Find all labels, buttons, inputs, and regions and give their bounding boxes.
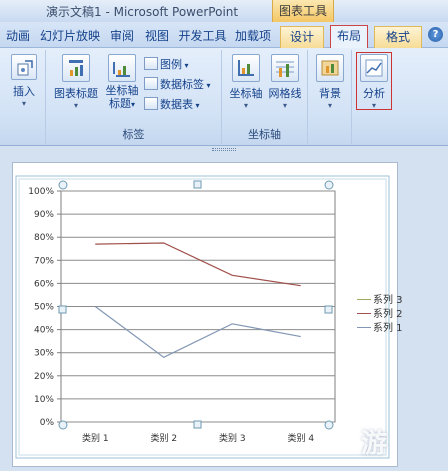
x-tick-label-0: 类别 1 [82, 432, 109, 444]
resize-handle-5 [58, 420, 68, 430]
chevron-down-icon: ▾ [73, 101, 78, 110]
axis-titles-label-line2: 标题 [108, 97, 131, 110]
y-tick-label-5: 50% [34, 303, 54, 313]
y-tick-label-1: 10% [34, 395, 54, 405]
axes-group-label: 坐标轴 [248, 128, 281, 141]
analysis-highlight-box [356, 52, 392, 110]
chevron-down-icon: ▾ [21, 99, 26, 108]
window-title: 演示文稿1 - Microsoft PowerPoint [46, 5, 239, 19]
y-tick-label-3: 30% [34, 349, 54, 359]
slide-canvas[interactable]: 0% 10% 20% 30% 40% 50% 60% 70% 80% 90% 100% 类别 1 类别 … [12, 162, 403, 468]
tab-5[interactable]: 加载项 [232, 26, 274, 48]
chevron-down-icon: ▾ [243, 101, 248, 110]
background-label: 背景 [319, 87, 341, 100]
legend-icon [144, 57, 158, 70]
chevron-down-icon: ▾ [130, 100, 135, 109]
data-table-button[interactable]: 数据表 ▾ [144, 96, 200, 113]
help-icon[interactable]: ? [428, 27, 443, 42]
ribbon-tab-row: 动画 幻灯片放映 审阅 视图 开发工具 加载项 设计 布局 格式 [0, 22, 448, 49]
title-bar: 演示文稿1 - Microsoft PowerPoint 图表工具 [0, 0, 448, 22]
tab-1[interactable]: 幻灯片放映 [37, 26, 103, 48]
labels-group: 图表标题 ▾ 坐标轴 标题▾ 图例 ▾ 数据标签 ▾ 数据表 ▾ 标签 [46, 50, 222, 144]
resize-handle-1 [193, 180, 202, 189]
chevron-down-icon: ▾ [204, 81, 211, 90]
axes-group: 坐标轴 ▾ 网格线 ▾ 坐标轴 [222, 50, 308, 144]
data-labels-label: 数据标签 [160, 78, 204, 91]
chevron-down-icon: ▾ [193, 101, 200, 110]
gridlines-button[interactable]: 网格线 ▾ [266, 54, 304, 110]
background-group: 背景 ▾ [308, 50, 352, 144]
y-tick-label-0: 0% [40, 418, 55, 428]
insert-label: 插入 [13, 85, 35, 98]
chart-title-icon [62, 54, 90, 82]
legend-swatch [357, 313, 371, 314]
legend-item-2[interactable]: 系列 1 [357, 319, 403, 334]
labels-group-label: 标签 [122, 128, 145, 141]
y-tick-label-4: 40% [34, 326, 54, 336]
chart-tools-context-header: 图表工具 [272, 0, 334, 22]
background-icon [316, 54, 344, 82]
chart-title-label: 图表标题 [54, 87, 98, 100]
data-table-label: 数据表 [160, 98, 193, 111]
tab-8[interactable]: 格式 [374, 26, 422, 48]
legend-label: 图例 [160, 58, 182, 71]
y-tick-label-8: 80% [34, 233, 54, 243]
axis-titles-button[interactable]: 坐标轴 标题▾ [102, 54, 142, 111]
ribbon-layout-panel: 插入 ▾ 图表标题 ▾ 坐标轴 标题▾ 图例 ▾ 数据标签 ▾ 数据表 ▾ 标签… [0, 48, 448, 146]
axes-icon [232, 54, 260, 82]
tab-3[interactable]: 视图 [141, 26, 173, 48]
chevron-down-icon: ▾ [327, 101, 332, 110]
legend-item-1[interactable]: 系列 2 [357, 305, 403, 320]
background-button[interactable]: 背景 ▾ [314, 54, 346, 110]
chevron-down-icon: ▾ [182, 61, 189, 70]
watermark-logo: 游 [360, 429, 387, 459]
tab-0[interactable]: 动画 [0, 26, 36, 48]
resize-handle-2 [324, 180, 334, 190]
tab-7[interactable]: 布局 [330, 25, 368, 49]
legend-item-0[interactable]: 系列 3 [357, 291, 403, 306]
resize-handle-3 [58, 305, 67, 314]
axis-titles-icon [108, 54, 136, 82]
legend-label: 系列 1 [373, 323, 403, 334]
insert-group: 插入 ▾ [0, 50, 46, 144]
x-tick-label-1: 类别 2 [150, 432, 177, 444]
y-tick-label-6: 60% [34, 279, 54, 289]
x-tick-label-3: 类别 4 [287, 432, 314, 444]
axis-titles-label-line1: 坐标轴 [105, 84, 139, 97]
legend-button[interactable]: 图例 ▾ [144, 56, 189, 73]
y-tick-label-10: 100% [28, 187, 54, 197]
insert-button[interactable]: 插入 ▾ [8, 54, 40, 108]
resize-handle-6 [193, 420, 202, 429]
line-chart[interactable]: 0% 10% 20% 30% 40% 50% 60% 70% 80% 90% 100% 类别 1 类别 … [13, 163, 399, 468]
x-tick-label-2: 类别 3 [219, 432, 246, 444]
gridlines-label: 网格线 [268, 87, 302, 100]
y-tick-label-9: 90% [34, 210, 54, 220]
tab-6[interactable]: 设计 [280, 26, 324, 48]
gridlines-icon [271, 54, 299, 82]
chart-title-button[interactable]: 图表标题 ▾ [52, 54, 100, 110]
resize-handle-0 [58, 180, 68, 190]
axes-button[interactable]: 坐标轴 ▾ [228, 54, 264, 110]
chevron-down-icon: ▾ [282, 101, 287, 110]
legend-swatch [357, 327, 371, 328]
tab-2[interactable]: 审阅 [105, 26, 139, 48]
insert-icon [11, 54, 37, 80]
data-labels-icon [144, 77, 158, 90]
y-tick-label-7: 70% [34, 256, 54, 266]
pane-splitter-handle[interactable] [212, 148, 236, 151]
axes-label: 坐标轴 [229, 87, 263, 100]
data-table-icon [144, 97, 158, 110]
slide-work-area: 0% 10% 20% 30% 40% 50% 60% 70% 80% 90% 100% 类别 1 类别 … [0, 146, 448, 471]
data-labels-button[interactable]: 数据标签 ▾ [144, 76, 211, 93]
resize-handle-4 [324, 305, 333, 314]
y-tick-label-2: 20% [34, 372, 54, 382]
legend-swatch [357, 299, 371, 300]
tab-4[interactable]: 开发工具 [175, 26, 230, 48]
resize-handle-7 [324, 420, 334, 430]
